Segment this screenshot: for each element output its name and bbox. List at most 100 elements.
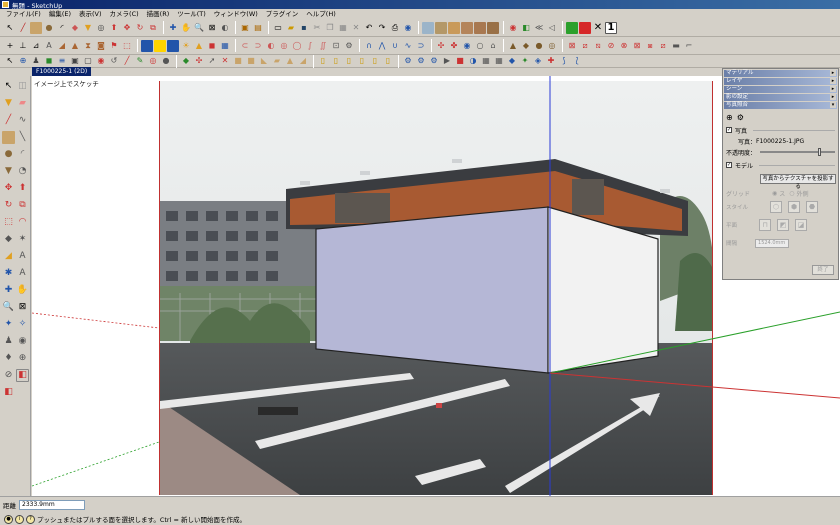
print-icon[interactable]: ⎙ [389, 22, 401, 34]
grid2-icon[interactable]: ▦ [493, 55, 505, 67]
grid-style-2-icon[interactable]: ⬢ [788, 201, 801, 213]
shape-small-icon[interactable]: ◢ [297, 55, 309, 67]
cube2-small-icon[interactable]: ■ [245, 55, 257, 67]
select-tool-icon[interactable]: ↖ [2, 80, 15, 93]
collapse-icon[interactable]: ▸ [830, 86, 836, 92]
record-icon[interactable]: ◉ [507, 22, 519, 34]
previous-tool-icon[interactable]: ✦ [2, 318, 15, 331]
window-frame-icon[interactable]: ▯ [317, 55, 329, 67]
select-icon[interactable]: ↖ [4, 22, 16, 34]
follow-me-icon[interactable]: ◧ [520, 22, 532, 34]
protractor-tool-icon[interactable]: ◢ [2, 250, 15, 263]
settings-gear-icon[interactable]: ⚙ [737, 113, 744, 122]
slash-icon[interactable]: ⊘ [605, 40, 617, 52]
arc-tool-icon[interactable]: ◜ [16, 148, 29, 161]
flat-small-icon[interactable]: ▢ [82, 55, 94, 67]
help-icon[interactable]: ? [26, 514, 35, 524]
collapse-icon[interactable]: ▸ [830, 70, 836, 76]
front-view-icon[interactable] [448, 21, 460, 34]
scale-small-icon[interactable]: ✣ [193, 55, 205, 67]
x-small-icon[interactable]: ✕ [219, 55, 231, 67]
dialog-title-layers[interactable]: レイヤ ▸ [724, 78, 837, 85]
look-around-icon[interactable]: ◙ [95, 40, 107, 52]
tape-measure-icon[interactable]: ◎ [95, 22, 107, 34]
model-checkbox[interactable]: ✓ [726, 162, 732, 168]
green-square-icon[interactable] [566, 21, 578, 34]
tab-photo-scene[interactable]: F1000225-1 (2D) [32, 67, 92, 76]
target-small-icon[interactable]: ◉ [95, 55, 107, 67]
dim-z-icon[interactable]: ⧅ [592, 40, 604, 52]
menu-draw[interactable]: 描画(R) [143, 9, 174, 19]
window-frame4-icon[interactable]: ▯ [356, 55, 368, 67]
polygon-tool-icon[interactable]: ▼ [2, 165, 15, 178]
model-info-icon[interactable]: ◉ [402, 22, 414, 34]
curve-icon[interactable]: ⟆ [558, 55, 570, 67]
menu-plugins[interactable]: プラグイン [262, 9, 303, 19]
orbit-tool-icon[interactable]: ✚ [2, 284, 15, 297]
cylinder-icon[interactable]: ◆ [520, 40, 532, 52]
collapse-icon[interactable]: ▾ [830, 102, 836, 108]
wireframe-icon[interactable]: ⊂ [239, 40, 251, 52]
dim-x-icon[interactable]: ⊠ [566, 40, 578, 52]
sandbox-drape-icon[interactable]: ∪ [389, 40, 401, 52]
grid-style-1-icon[interactable]: ⬡ [770, 201, 783, 213]
layer-icon[interactable] [141, 39, 153, 52]
intersect-icon[interactable]: ◁ [546, 22, 558, 34]
push-pull-icon[interactable]: ⬆ [108, 22, 120, 34]
zoom-tool-icon[interactable]: 🔍 [2, 301, 15, 314]
profile-icon[interactable]: ∬ [317, 40, 329, 52]
zoom-icon[interactable]: 🔍 [193, 22, 205, 34]
line-icon[interactable]: ╱ [17, 22, 29, 34]
walk-icon[interactable]: ⧗ [82, 40, 94, 52]
axes-tool-icon[interactable]: ✱ [2, 267, 15, 280]
plugin-c-icon[interactable]: ⚙ [428, 55, 440, 67]
rect-tool-icon[interactable] [2, 131, 15, 144]
grid-radio-1-icon[interactable]: ◉ [772, 190, 777, 197]
shaded-texture-icon[interactable]: ◎ [278, 40, 290, 52]
red-square-icon[interactable] [579, 21, 591, 34]
tape-tool-icon[interactable]: ◆ [2, 233, 15, 246]
plane-2-icon[interactable]: ◩ [777, 219, 790, 231]
new-file-icon[interactable]: ▭ [272, 22, 284, 34]
plugin-a-icon[interactable]: ⚙ [402, 55, 414, 67]
back-view-icon[interactable] [474, 21, 486, 34]
torus-icon[interactable]: ◎ [546, 40, 558, 52]
protractor-icon[interactable]: ⊿ [30, 40, 42, 52]
move-tool-icon[interactable]: ✥ [2, 182, 15, 195]
jitter-icon[interactable]: ⚙ [343, 40, 355, 52]
undo-icon[interactable]: ↶ [363, 22, 375, 34]
rectangle-icon[interactable] [30, 21, 42, 34]
circle-icon[interactable]: ● [43, 22, 55, 34]
open-file-icon[interactable]: ▰ [285, 22, 297, 34]
dialog-title-scenes[interactable]: シーン ▸ [724, 86, 837, 93]
grid-icon[interactable]: ▦ [480, 55, 492, 67]
look-tool-icon[interactable]: ◉ [16, 335, 29, 348]
eraser-tool-icon[interactable]: ▰ [16, 97, 29, 110]
collapse-icon[interactable]: ▸ [830, 78, 836, 84]
pie-tool-icon[interactable]: ◔ [16, 165, 29, 178]
delete-icon[interactable]: ✕ [350, 22, 362, 34]
walk-small-icon[interactable]: ♟ [30, 55, 42, 67]
zoom-extents-icon[interactable]: ⊠ [206, 22, 218, 34]
drop-icon[interactable]: ⌐ [683, 40, 695, 52]
scale-icon[interactable]: ⬚ [121, 40, 133, 52]
pushpull-tool-icon[interactable]: ⬆ [16, 182, 29, 195]
component-small-icon[interactable]: ◼ [43, 55, 55, 67]
ring-small-icon[interactable]: ◎ [147, 55, 159, 67]
pen-small-icon[interactable]: ✎ [134, 55, 146, 67]
curve2-icon[interactable]: ⟅ [571, 55, 583, 67]
shape-b-icon[interactable]: ✦ [519, 55, 531, 67]
copy-icon[interactable]: ❐ [324, 22, 336, 34]
dot-small-icon[interactable]: ● [160, 55, 172, 67]
plane-1-icon[interactable]: ⊓ [759, 219, 772, 231]
3dtext-tool-icon[interactable]: A [16, 267, 29, 280]
window-frame2-icon[interactable]: ▯ [330, 55, 342, 67]
stack-small-icon[interactable]: ≡ [56, 55, 68, 67]
dim-y-icon[interactable]: ⧄ [579, 40, 591, 52]
project-textures-button[interactable]: 写真からテクスチャを投影する [760, 174, 836, 190]
scale-tool-icon[interactable]: ⬚ [2, 216, 15, 229]
polygon-icon[interactable]: ⌂ [487, 40, 499, 52]
menu-help[interactable]: ヘルプ(H) [302, 9, 339, 19]
offset-tool-icon[interactable]: ◠ [16, 216, 29, 229]
eraser-icon[interactable]: ◆ [69, 22, 81, 34]
